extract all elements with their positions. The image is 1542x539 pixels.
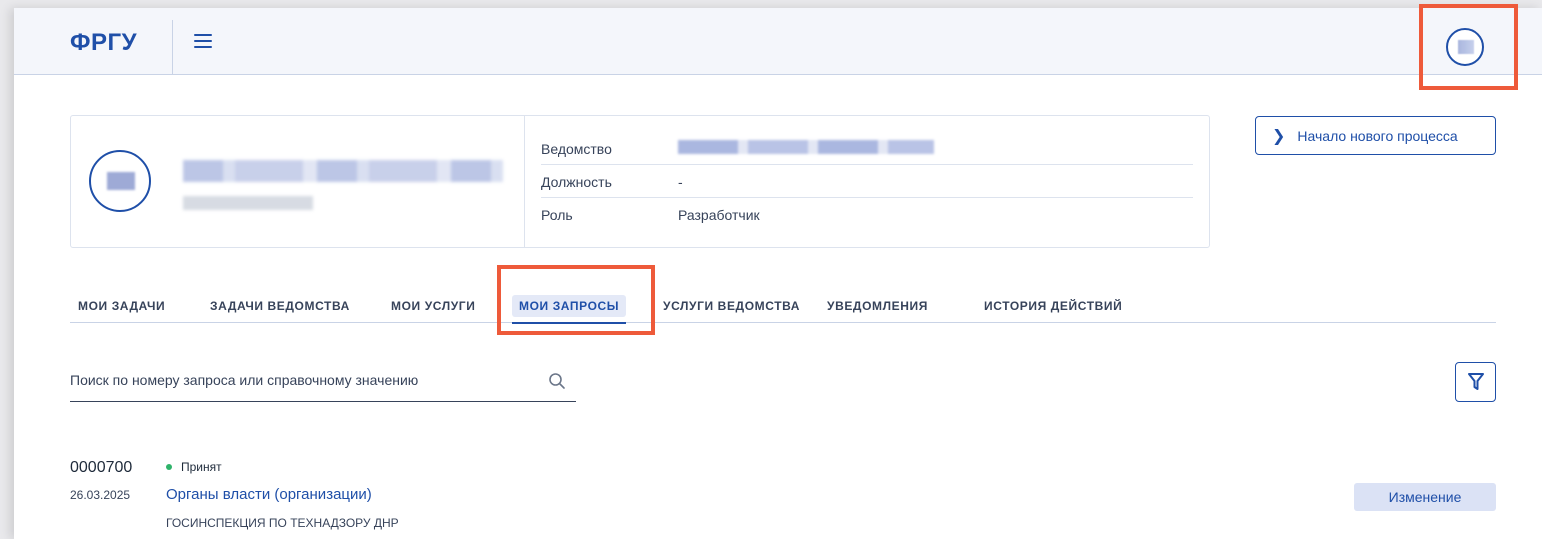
request-date: 26.03.2025 [70,488,131,502]
new-process-button[interactable]: ❯ Начало нового процесса [1255,116,1496,155]
hamburger-menu-icon[interactable] [194,34,212,50]
status-badge: Принят [166,460,222,474]
status-label: Принят [181,460,222,474]
tab-my-tasks[interactable]: МОИ ЗАДАЧИ [78,299,165,313]
tab-notifications[interactable]: УВЕДОМЛЕНИЯ [827,299,928,313]
top-bar: ФРГУ [14,8,1542,75]
role-value: Разработчик [678,207,760,223]
filter-icon [1467,373,1484,390]
position-label: Должность [541,174,612,190]
request-organization: ГОСИНСПЕКЦИЯ ПО ТЕХНАДЗОРУ ДНР [166,516,399,530]
profile-avatar [89,150,151,212]
department-label: Ведомство [541,141,612,157]
role-label: Роль [541,207,573,223]
tab-my-services[interactable]: МОИ УСЛУГИ [391,299,475,313]
tab-bar: МОИ ЗАДАЧИ ЗАДАЧИ ВЕДОМСТВА МОИ УСЛУГИ М… [70,291,1496,324]
request-type-badge: Изменение [1354,483,1496,511]
request-title-link[interactable]: Органы власти (организации) [166,486,372,503]
search-input[interactable] [70,372,540,388]
avatar-image [1458,40,1474,54]
tab-action-history[interactable]: ИСТОРИЯ ДЕЙСТВИЙ [984,299,1122,313]
chevron-right-icon: ❯ [1272,127,1286,145]
search-field [70,366,576,402]
user-avatar-button[interactable] [1446,28,1484,66]
tab-department-services[interactable]: УСЛУГИ ВЕДОМСТВА [663,299,800,313]
user-subtitle-redacted [183,196,313,210]
profile-divider [524,116,525,247]
search-icon[interactable] [548,372,566,390]
avatar-image [107,172,135,190]
filter-button[interactable] [1455,362,1496,402]
info-row-department: Ведомство [541,132,1193,165]
request-number: 0000700 [70,459,133,476]
info-row-position: Должность - [541,165,1193,198]
tab-department-tasks[interactable]: ЗАДАЧИ ВЕДОМСТВА [210,299,350,313]
department-value-redacted [678,140,934,154]
profile-card: Ведомство Должность - Роль Разработчик [70,115,1210,248]
new-process-label: Начало нового процесса [1297,127,1458,144]
position-value: - [678,174,683,190]
status-dot-icon [166,464,172,470]
user-name-redacted [183,160,503,182]
info-row-role: Роль Разработчик [541,198,1193,231]
app-window: ФРГУ Ведомство Должность - Роль Разработ… [14,8,1542,539]
tab-my-requests[interactable]: МОИ ЗАПРОСЫ [512,295,627,324]
app-logo[interactable]: ФРГУ [70,29,137,57]
topbar-divider [172,20,173,74]
